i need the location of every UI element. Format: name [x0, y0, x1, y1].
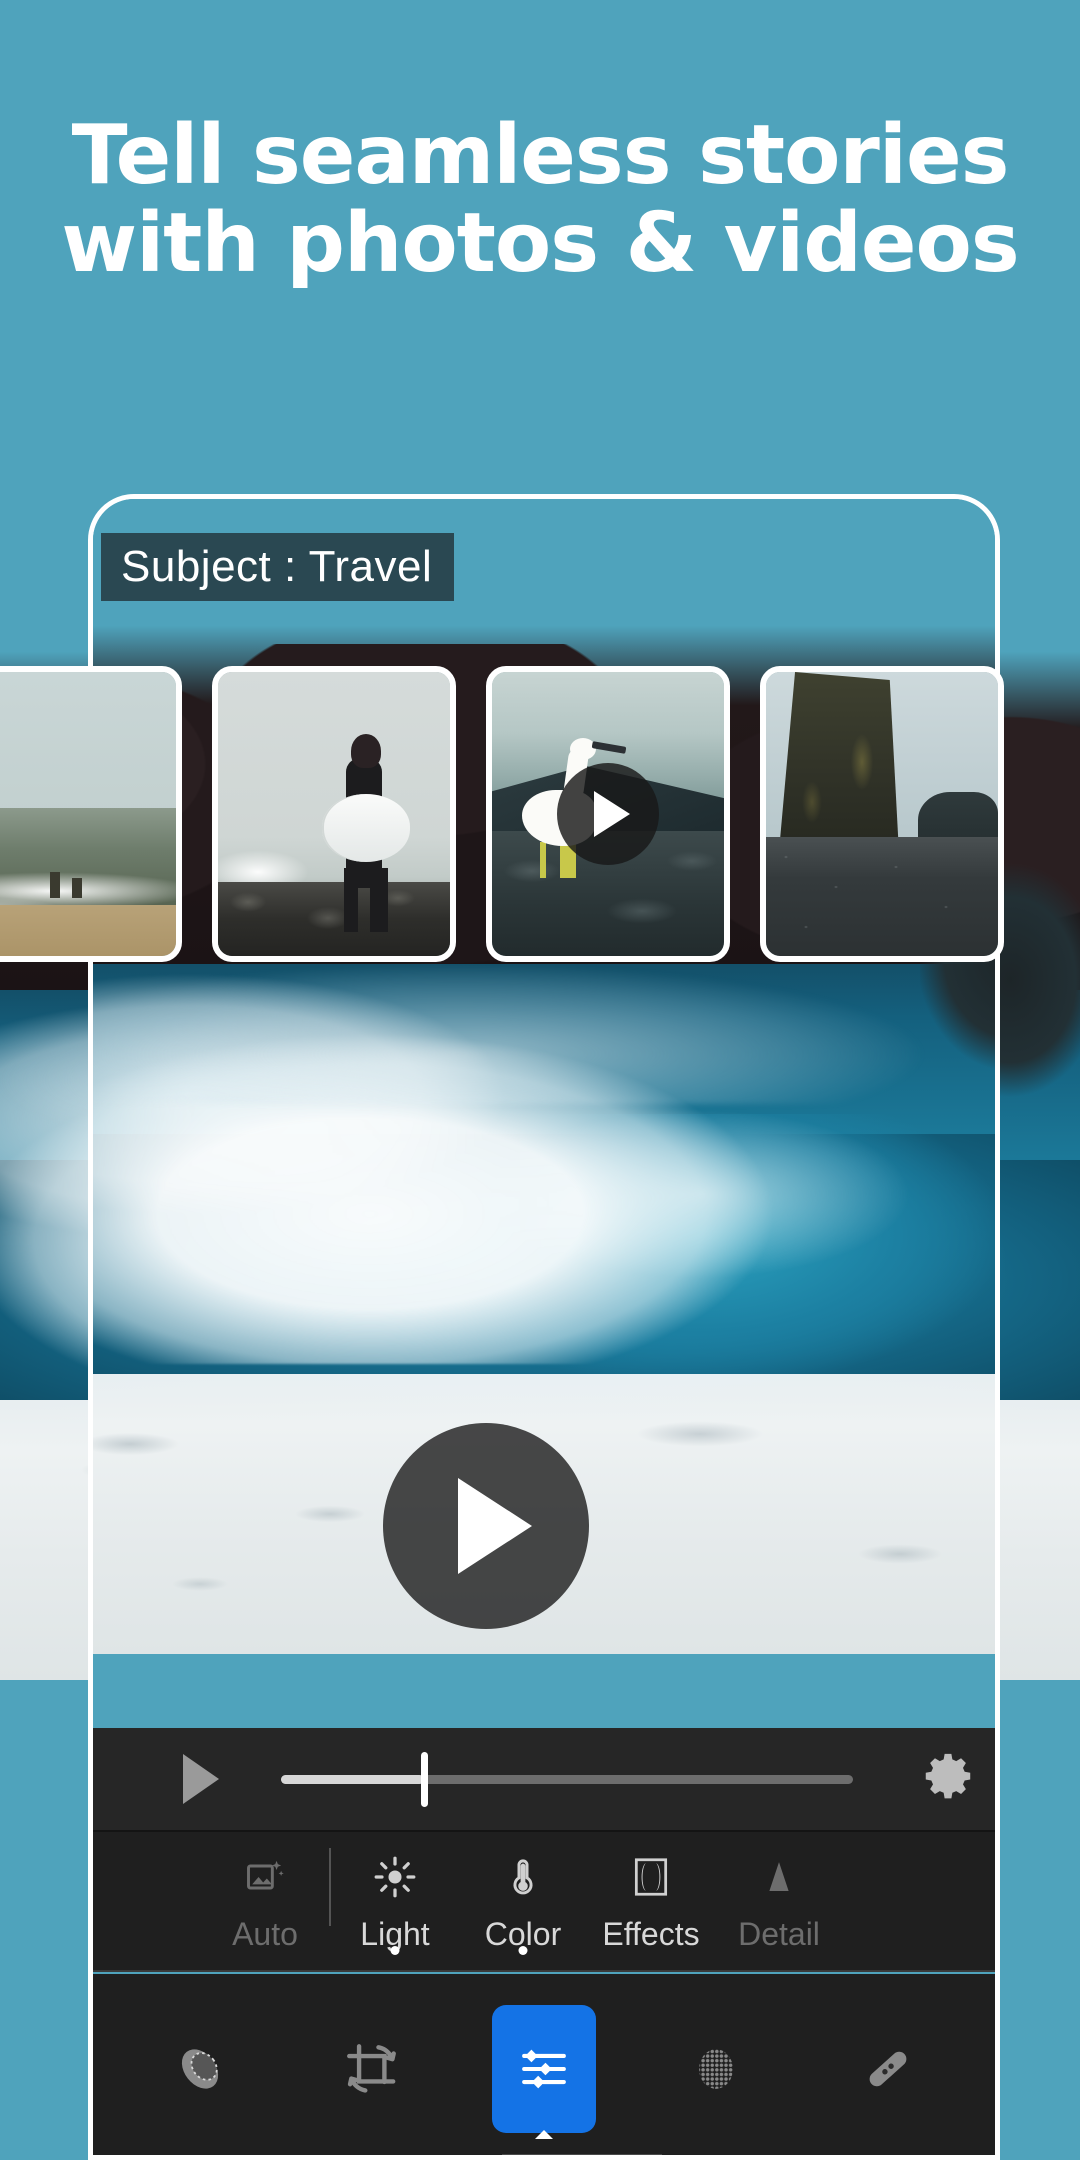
promo-screenshot: Tell seamless stories with photos & vide…	[0, 0, 1080, 2160]
nav-texture-grain[interactable]	[664, 2005, 768, 2133]
nav-healing-brush[interactable]	[836, 2005, 940, 2133]
presets-icon	[169, 2038, 231, 2100]
texture-grain-icon	[687, 2040, 745, 2098]
tab-label: Auto	[232, 1916, 298, 1952]
list-item[interactable]	[212, 666, 456, 962]
play-icon	[594, 791, 630, 837]
scrubber-playhead[interactable]	[421, 1751, 428, 1807]
list-item[interactable]	[0, 666, 182, 962]
tab-light[interactable]: Light	[331, 1832, 459, 1955]
thumbnail-play-button[interactable]	[557, 763, 659, 865]
edit-tabs: Auto Light Color Effects Detail	[93, 1832, 995, 1972]
nav-edit-sliders[interactable]	[492, 2004, 596, 2139]
status-badge: Subject : Travel	[101, 533, 455, 601]
preview-play-button[interactable]	[383, 1423, 589, 1629]
tab-indicator-dot	[390, 1946, 400, 1955]
filmstrip	[0, 666, 1080, 962]
playback-bar	[93, 1728, 995, 1832]
tab-indicator-dot	[518, 1946, 528, 1955]
headline-line-1: Tell seamless stories	[71, 108, 1010, 203]
vignette-icon	[629, 1850, 673, 1904]
tab-label: Detail	[738, 1916, 820, 1952]
surfer-with-board-photo	[218, 672, 450, 956]
tab-color[interactable]: Color	[459, 1832, 587, 1955]
thermometer-icon	[501, 1850, 545, 1904]
tab-label: Effects	[602, 1916, 700, 1952]
gear-icon[interactable]	[919, 1750, 977, 1808]
headline-line-2: with photos & videos	[61, 196, 1019, 291]
bottom-nav	[93, 1974, 995, 2155]
play-icon[interactable]	[183, 1754, 219, 1804]
nav-presets[interactable]	[148, 2005, 252, 2133]
list-item[interactable]	[760, 666, 1004, 962]
page-title: Tell seamless stories with photos & vide…	[0, 112, 1080, 288]
nav-active-indicator	[535, 2129, 553, 2139]
play-icon	[458, 1478, 532, 1574]
edit-sliders-icon	[515, 2040, 573, 2098]
healing-brush-icon	[857, 2038, 919, 2100]
video-scrubber[interactable]	[281, 1751, 853, 1807]
nav-crop-rotate[interactable]	[320, 2005, 424, 2133]
stormy-beach-photo	[0, 672, 176, 956]
auto-enhance-icon	[243, 1850, 287, 1904]
tab-effects[interactable]: Effects	[587, 1832, 715, 1953]
nav-scroll-rail	[502, 2154, 662, 2155]
tab-detail[interactable]: Detail	[715, 1832, 843, 1953]
crop-rotate-icon	[341, 2038, 403, 2100]
sun-icon	[372, 1850, 418, 1904]
scrubber-progress	[281, 1774, 424, 1784]
tab-auto[interactable]: Auto	[201, 1832, 329, 1953]
black-sand-beach-photo	[766, 672, 998, 956]
triangle-icon	[758, 1850, 800, 1904]
subject-badge-label: Subject : Travel	[121, 542, 433, 591]
list-item[interactable]	[486, 666, 730, 962]
